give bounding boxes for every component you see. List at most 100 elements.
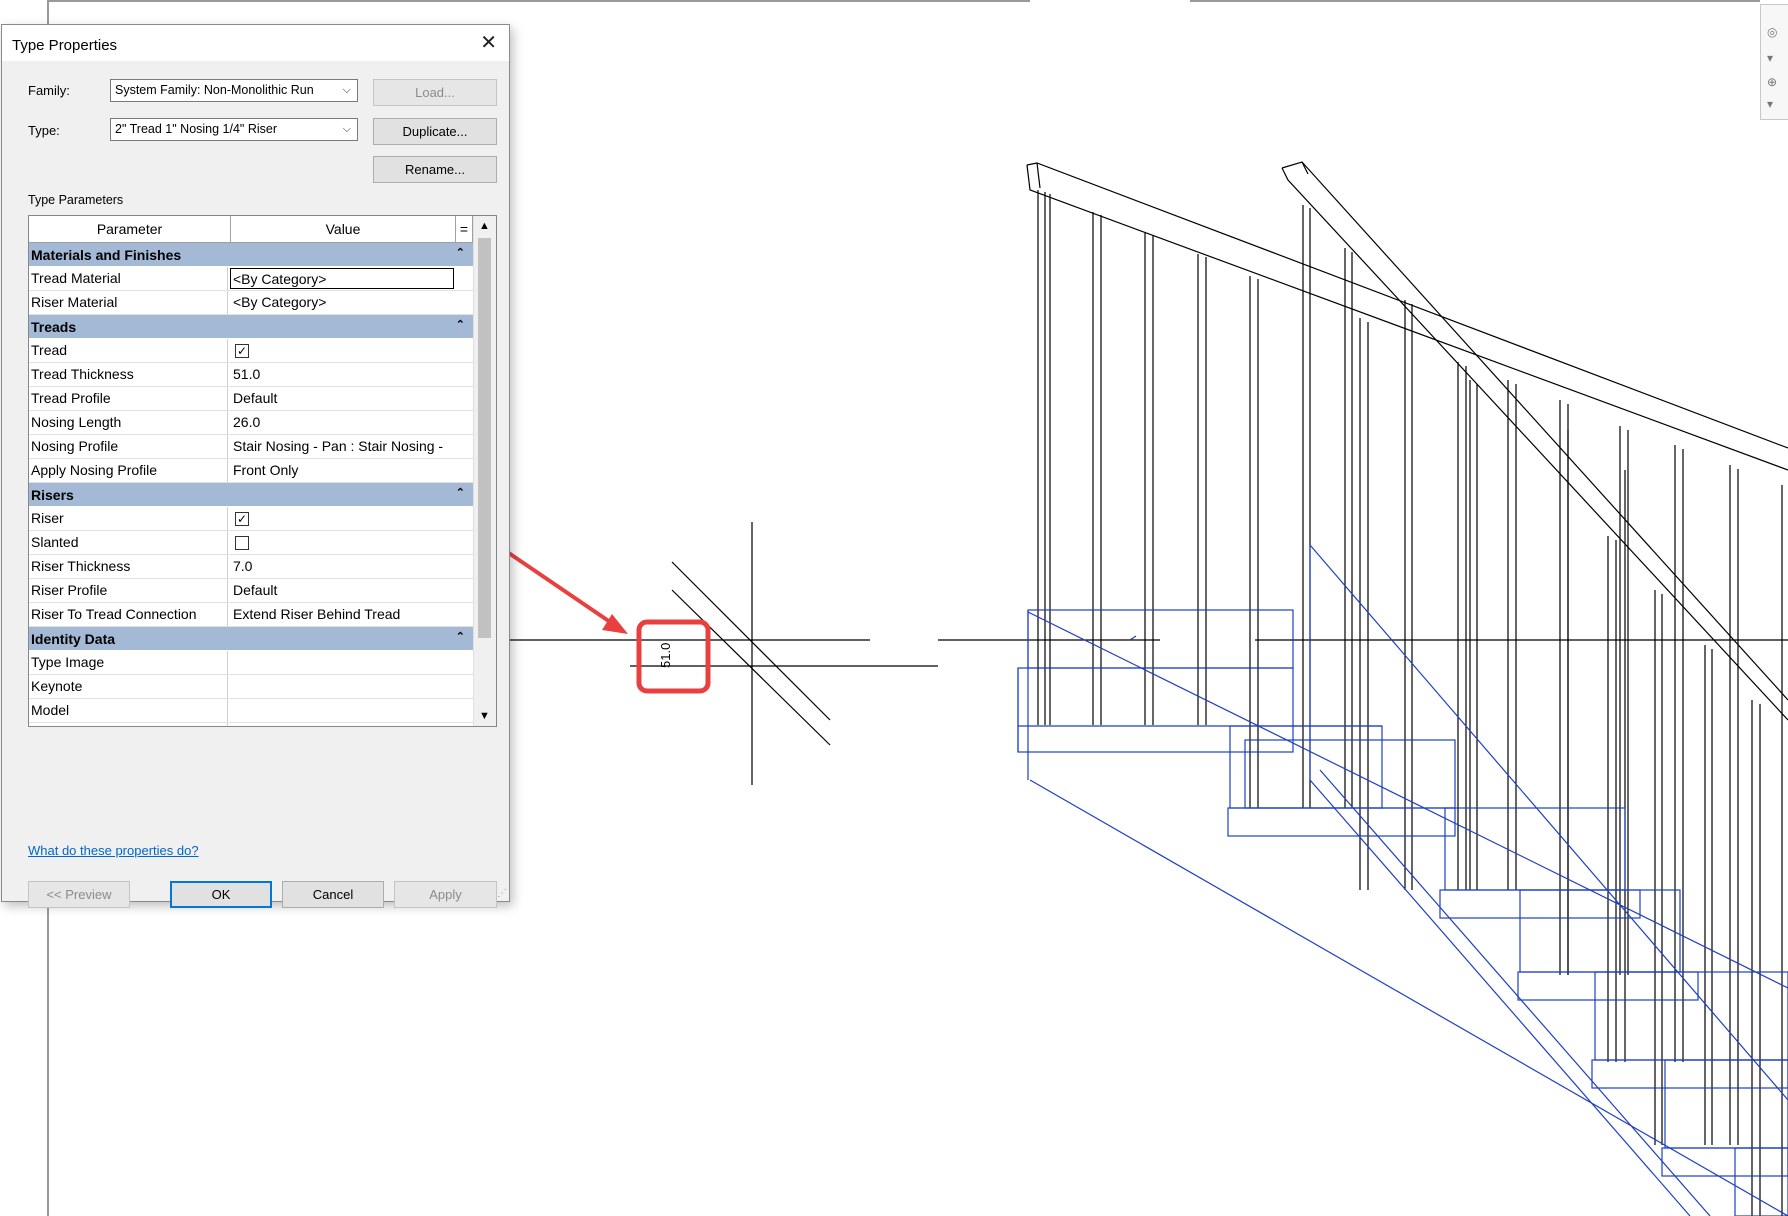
dimension-text: 51.0	[658, 643, 673, 668]
parameter-row[interactable]: Nosing Profile Stair Nosing - Pan : Stair…	[29, 435, 473, 459]
parameter-name: Riser Material	[31, 291, 228, 314]
close-icon[interactable]: ✕	[480, 33, 497, 53]
parameter-value[interactable]: Default	[233, 579, 467, 602]
parameter-value[interactable]: Stair Nosing - Pan : Stair Nosing -	[233, 435, 467, 458]
cancel-button[interactable]: Cancel	[282, 881, 384, 908]
parameter-name: Tread Thickness	[31, 363, 228, 386]
family-value: System Family: Non-Monolithic Run	[115, 83, 314, 97]
parameter-value[interactable]: <By Category>	[230, 268, 454, 289]
parameter-row[interactable]: Nosing Length 26.0	[29, 411, 473, 435]
resize-grip-icon[interactable]: ⋰	[497, 888, 507, 899]
chevron-down-icon[interactable]: ⌵	[343, 119, 351, 140]
chevron-down-icon[interactable]: ⌵	[343, 80, 351, 101]
steering-wheel-icon[interactable]: ◎	[1767, 25, 1777, 39]
scrollbar-thumb[interactable]	[478, 238, 491, 638]
parameter-row[interactable]: Riser ✓	[29, 507, 473, 531]
group-title: Identity Data	[31, 631, 116, 647]
parameter-name: Slanted	[31, 531, 228, 554]
parameter-row[interactable]: Riser Thickness 7.0	[29, 555, 473, 579]
reference-lines	[508, 522, 1788, 785]
group-title: Materials and Finishes	[31, 247, 182, 263]
family-combobox[interactable]: System Family: Non-Monolithic Run ⌵	[110, 79, 358, 102]
collapse-icon[interactable]: ⌃	[456, 481, 465, 505]
group-header[interactable]: Risers ⌃	[29, 483, 473, 507]
parameter-row[interactable]: Tread Profile Default	[29, 387, 473, 411]
stair-treads	[1017, 544, 1788, 1216]
parameter-row[interactable]: Tread Material <By Category>	[29, 267, 473, 291]
parameter-name: Nosing Length	[31, 411, 228, 434]
parameter-row[interactable]: Slanted	[29, 531, 473, 555]
group-title: Risers	[31, 487, 74, 503]
parameter-row[interactable]: Manufacturer	[29, 723, 473, 726]
type-parameters-label: Type Parameters	[28, 193, 124, 207]
parameter-row[interactable]: Model	[29, 699, 473, 723]
apply-button[interactable]: Apply	[394, 881, 497, 908]
column-header-value[interactable]: Value	[231, 216, 456, 242]
parameter-name: Tread Material	[31, 267, 228, 290]
parameter-row[interactable]: Riser To Tread Connection Extend Riser Be…	[29, 603, 473, 627]
parameter-row[interactable]: Apply Nosing Profile Front Only	[29, 459, 473, 483]
parameter-value[interactable]: Extend Riser Behind Tread	[233, 603, 467, 626]
chevron-down-icon[interactable]: ▾	[1767, 97, 1773, 111]
grid-rows: Materials and Finishes ⌃ Tread Material <By…	[29, 243, 473, 726]
type-combobox[interactable]: 2" Tread 1" Nosing 1/4" Riser ⌵	[110, 118, 358, 141]
checkbox-checked[interactable]: ✓	[235, 344, 249, 358]
highlight-box	[636, 619, 711, 694]
type-value: 2" Tread 1" Nosing 1/4" Riser	[115, 122, 277, 136]
parameter-name: Manufacturer	[31, 723, 228, 726]
parameter-name: Nosing Profile	[31, 435, 228, 458]
dialog-titlebar[interactable]: Type Properties ✕	[2, 25, 509, 61]
parameter-value[interactable]: <By Category>	[233, 291, 467, 314]
load-button[interactable]: Load...	[373, 79, 497, 106]
scroll-down-icon[interactable]: ▼	[479, 710, 490, 722]
type-parameters-grid[interactable]: Parameter Value = Materials and Finishes…	[28, 215, 497, 727]
parameter-value[interactable]: Front Only	[233, 459, 467, 482]
parameter-row[interactable]: Tread ✓	[29, 339, 473, 363]
view-navigation-bar[interactable]: ◎ ▾ ⊕ ▾	[1760, 4, 1788, 120]
rename-button[interactable]: Rename...	[373, 156, 497, 183]
parameter-value[interactable]: Default	[233, 387, 467, 410]
dialog-title: Type Properties	[12, 37, 118, 54]
parameter-row[interactable]: Type Image	[29, 651, 473, 675]
zoom-icon[interactable]: ⊕	[1767, 75, 1777, 89]
parameter-value[interactable]: 51.0	[233, 363, 467, 386]
parameter-name: Riser Thickness	[31, 555, 228, 578]
ok-button[interactable]: OK	[170, 881, 272, 908]
parameter-name: Riser	[31, 507, 228, 530]
collapse-icon[interactable]: ⌃	[456, 241, 465, 265]
stair-railing	[1026, 161, 1788, 1216]
parameter-row[interactable]: Riser Material <By Category>	[29, 291, 473, 315]
group-header[interactable]: Identity Data ⌃	[29, 627, 473, 651]
duplicate-button[interactable]: Duplicate...	[373, 118, 497, 145]
parameter-name: Tread Profile	[31, 387, 228, 410]
parameter-row[interactable]: Keynote	[29, 675, 473, 699]
parameter-name: Riser To Tread Connection	[31, 603, 228, 626]
chevron-down-icon[interactable]: ▾	[1767, 51, 1773, 65]
parameter-name: Apply Nosing Profile	[31, 459, 228, 482]
parameter-name: Type Image	[31, 651, 228, 674]
parameter-row[interactable]: Tread Thickness 51.0	[29, 363, 473, 387]
column-header-equals[interactable]: =	[456, 216, 473, 242]
parameter-name: Tread	[31, 339, 228, 362]
checkbox-checked[interactable]: ✓	[235, 512, 249, 526]
parameter-value[interactable]: 7.0	[233, 555, 467, 578]
parameter-name: Keynote	[31, 675, 228, 698]
collapse-icon[interactable]: ⌃	[456, 313, 465, 337]
group-header[interactable]: Treads ⌃	[29, 315, 473, 339]
type-properties-dialog: Type Properties ✕ Family: System Family:…	[1, 24, 510, 908]
group-title: Treads	[31, 319, 77, 335]
column-header-parameter[interactable]: Parameter	[29, 216, 231, 242]
collapse-icon[interactable]: ⌃	[456, 625, 465, 649]
grid-header: Parameter Value =	[29, 216, 473, 243]
parameter-value[interactable]: 26.0	[233, 411, 467, 434]
type-label: Type:	[28, 123, 60, 138]
checkbox-unchecked[interactable]	[235, 536, 249, 550]
scroll-up-icon[interactable]: ▲	[479, 220, 490, 232]
parameter-name: Riser Profile	[31, 579, 228, 602]
preview-button[interactable]: << Preview	[28, 881, 130, 908]
family-label: Family:	[28, 83, 70, 98]
help-link[interactable]: What do these properties do?	[28, 843, 199, 858]
parameter-row[interactable]: Riser Profile Default	[29, 579, 473, 603]
group-header[interactable]: Materials and Finishes ⌃	[29, 243, 473, 267]
grid-vertical-scrollbar[interactable]: ▲ ▼	[473, 216, 496, 726]
